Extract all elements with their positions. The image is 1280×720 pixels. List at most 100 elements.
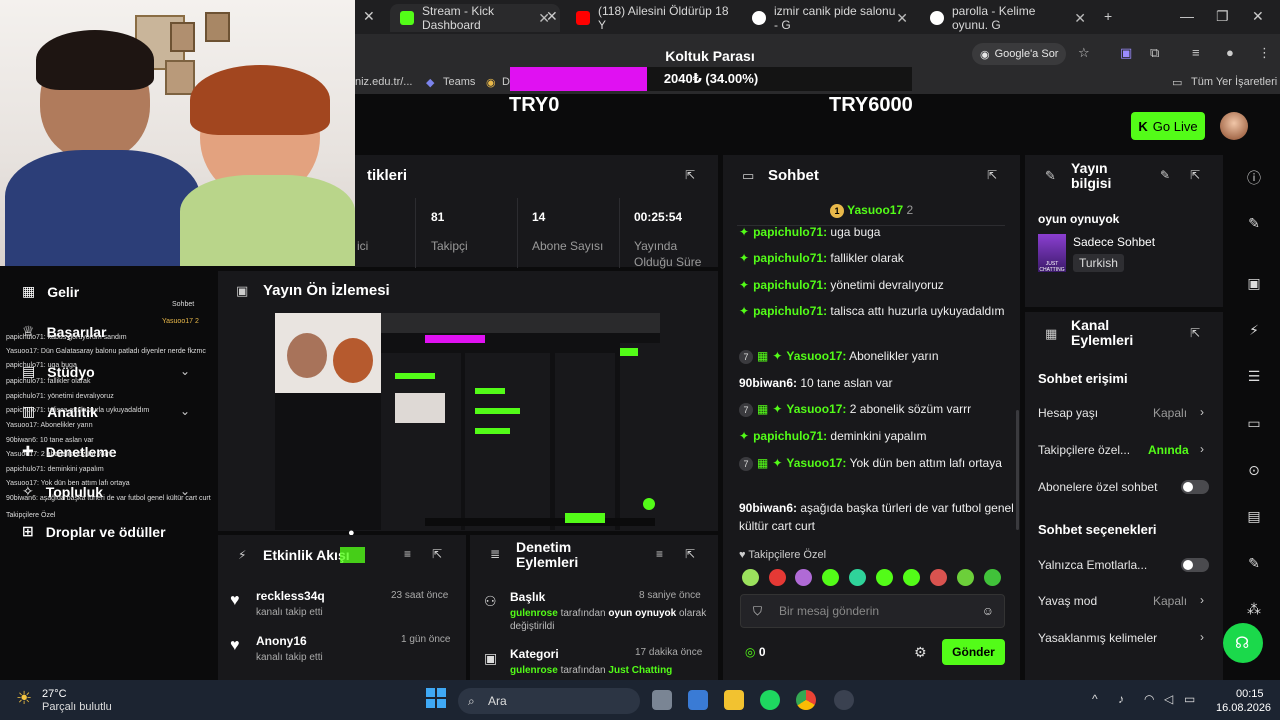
followers-only-label[interactable]: Takipçilere özel... — [1038, 443, 1130, 457]
popout-icon[interactable]: ⇱ — [685, 547, 695, 561]
popout-icon[interactable]: ⇱ — [987, 168, 997, 182]
windows-start-icon[interactable] — [426, 688, 446, 708]
battery-icon[interactable]: ▭ — [1184, 692, 1195, 706]
pinned-gifter[interactable]: 1 Yasuoo17 2 — [830, 203, 913, 218]
bookmark-teams[interactable]: Teams — [443, 76, 475, 88]
chat-user[interactable]: Yasuoo17: — [786, 456, 846, 470]
chat-icon[interactable]: ▭ — [1244, 415, 1264, 432]
mic-icon[interactable]: ♪ — [1118, 692, 1124, 706]
chat-user[interactable]: papichulo71: — [753, 278, 827, 292]
mod-action-actor[interactable]: gulenrose — [510, 608, 558, 619]
chat-scrollbar[interactable] — [1016, 410, 1019, 530]
emote[interactable] — [957, 569, 974, 586]
slow-mode-label[interactable]: Yavaş mod — [1038, 594, 1097, 608]
star-icon[interactable]: ☆ — [1078, 45, 1090, 61]
category-name[interactable]: Sadece Sohbet — [1073, 235, 1155, 249]
filter-icon[interactable]: ≡ — [656, 547, 663, 561]
wrench-icon[interactable]: ✎ — [1244, 555, 1264, 572]
info-icon[interactable]: ⓘ — [1244, 168, 1264, 188]
store-icon[interactable] — [688, 690, 708, 710]
go-live-button[interactable]: K Go Live — [1131, 112, 1205, 140]
media-icon[interactable]: ≡ — [1192, 45, 1200, 60]
share-icon[interactable]: ⁂ — [1244, 601, 1264, 618]
gear-icon[interactable]: ⚙ — [914, 644, 927, 661]
emote[interactable] — [822, 569, 839, 586]
chat-user[interactable]: Yasuoo17: — [786, 402, 846, 416]
mod-icon[interactable]: ▤ — [1244, 508, 1264, 525]
emote[interactable] — [769, 569, 786, 586]
task-view-icon[interactable] — [652, 690, 672, 710]
close-icon[interactable]: ✕ — [1074, 10, 1086, 27]
google-ask-button[interactable]: ◉ Google'a Sor — [972, 43, 1067, 65]
emotes-only-toggle[interactable] — [1181, 558, 1209, 572]
popout-icon[interactable]: ⇱ — [685, 168, 695, 182]
chevron-up-icon[interactable]: ^ — [1092, 692, 1098, 706]
subs-only-toggle[interactable] — [1181, 480, 1209, 494]
menu-dots-icon[interactable]: ⋮ — [1258, 45, 1271, 61]
bolt-icon[interactable]: ⚡ — [1244, 322, 1264, 339]
extensions-icon[interactable]: ⧉ — [1150, 45, 1159, 61]
tab-google-search[interactable]: izmir canik pide salonu - G ✕ — [742, 4, 918, 32]
mod-action-actor[interactable]: gulenrose — [510, 665, 558, 676]
tab-youtube[interactable]: (118) Ailesini Öldürüp 18 Y — [566, 4, 742, 32]
explorer-icon[interactable] — [724, 690, 744, 710]
embed-icon[interactable]: ⊙ — [1244, 462, 1264, 479]
send-button[interactable]: Gönder — [942, 639, 1005, 665]
close-icon[interactable]: ✕ — [363, 8, 375, 25]
followers-only-value[interactable]: Anında — [1148, 443, 1189, 457]
chat-user[interactable]: papichulo71: — [753, 429, 827, 443]
avatar[interactable] — [1220, 112, 1248, 140]
account-age-label[interactable]: Hesap yaşı — [1038, 406, 1098, 420]
emoji-icon[interactable]: ☺ — [982, 595, 994, 627]
emote[interactable] — [795, 569, 812, 586]
profile-icon[interactable]: ● — [1226, 45, 1234, 60]
app-icon[interactable] — [834, 690, 854, 710]
window-close-icon[interactable]: ✕ — [1252, 8, 1264, 25]
support-button[interactable]: ☊ — [1223, 623, 1263, 663]
channel-points[interactable]: ◎ 0 — [745, 645, 766, 659]
activity-user[interactable]: reckless34q — [256, 589, 325, 603]
bookmark-d[interactable]: D — [502, 76, 510, 88]
all-bookmarks[interactable]: Tüm Yer İşaretleri — [1191, 76, 1277, 88]
close-icon[interactable]: ✕ — [546, 8, 558, 25]
slow-mode-value[interactable]: Kapalı — [1153, 594, 1187, 608]
taskbar-search[interactable]: ⌕ Ara — [458, 688, 640, 714]
popout-icon[interactable]: ⇱ — [1190, 168, 1200, 182]
filter-icon[interactable]: ≡ — [404, 547, 411, 561]
nav-revenue[interactable]: ▦ Gelir — [22, 283, 79, 300]
emote[interactable] — [984, 569, 1001, 586]
emote[interactable] — [849, 569, 866, 586]
banned-words-label[interactable]: Yasaklanmış kelimeler — [1038, 631, 1157, 645]
chevron-right-icon[interactable]: › — [1200, 593, 1204, 607]
emote[interactable] — [742, 569, 759, 586]
emote[interactable] — [930, 569, 947, 586]
new-tab-icon[interactable]: + — [1104, 8, 1112, 24]
emote[interactable] — [903, 569, 920, 586]
chat-user[interactable]: papichulo71: — [753, 251, 827, 265]
chrome-icon[interactable] — [796, 690, 816, 710]
stream-preview-video[interactable] — [275, 313, 660, 530]
clock-time[interactable]: 00:15 — [1236, 688, 1264, 700]
extension-twitch-icon[interactable]: ▣ — [1120, 45, 1132, 61]
chevron-right-icon[interactable]: › — [1200, 630, 1204, 644]
chevron-right-icon[interactable]: › — [1200, 442, 1204, 456]
chat-user[interactable]: 90biwan6: — [739, 376, 797, 390]
chevron-right-icon[interactable]: › — [1200, 405, 1204, 419]
bookmark-edu[interactable]: niz.edu.tr/... — [355, 76, 412, 88]
tab-kick-dashboard[interactable]: Stream - Kick Dashboard ✕ — [390, 4, 560, 32]
popout-icon[interactable]: ⇱ — [1190, 326, 1200, 340]
weather-desc[interactable]: Parçalı bulutlu — [42, 701, 112, 713]
wifi-icon[interactable]: ◠ — [1144, 692, 1154, 706]
popout-icon[interactable]: ⇱ — [432, 547, 442, 561]
list-icon[interactable]: ☰ — [1244, 368, 1264, 385]
account-age-value[interactable]: Kapalı — [1153, 406, 1187, 420]
spotify-icon[interactable] — [760, 690, 780, 710]
maximize-icon[interactable]: ❐ — [1216, 8, 1229, 25]
chat-user[interactable]: papichulo71: — [753, 225, 827, 239]
weather-temp[interactable]: 27°C — [42, 688, 67, 700]
tab-parolla[interactable]: parolla - Kelime oyunu. G ✕ — [920, 4, 1096, 32]
chat-message-input[interactable]: ⛉ Bir mesaj gönderin ☺ — [740, 594, 1005, 628]
edit-icon[interactable]: ✎ — [1160, 168, 1170, 182]
activity-user[interactable]: Anony16 — [256, 634, 307, 648]
chat-user[interactable]: papichulo71: — [753, 304, 827, 318]
